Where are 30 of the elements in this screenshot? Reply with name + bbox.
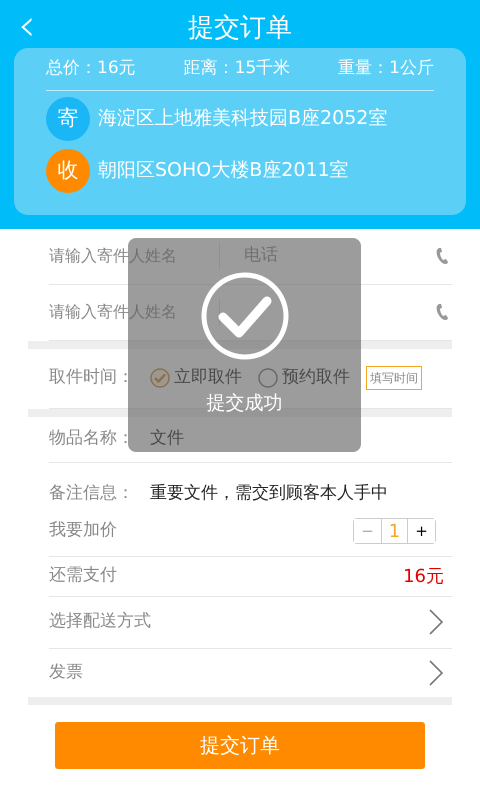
address-badge: 收 bbox=[46, 148, 90, 192]
address-text: 朝阳区SOHO大楼B座2011室 bbox=[98, 158, 349, 184]
radio-label[interactable]: 立即取件 bbox=[174, 365, 242, 391]
chevron-icon bbox=[428, 608, 444, 636]
field-label: 物品名称： bbox=[49, 427, 134, 450]
menu-row[interactable]: 选择配送方式 bbox=[49, 596, 452, 648]
page-title: 提交订单 bbox=[188, 13, 292, 43]
field-label: 还需支付 bbox=[49, 564, 117, 588]
toast-message: 提交成功 bbox=[206, 391, 282, 416]
summary-stat: 距离：15千米 bbox=[184, 57, 290, 80]
radio-button[interactable] bbox=[258, 368, 278, 388]
radio-label[interactable]: 预约取件 bbox=[282, 365, 350, 391]
address-text: 海淀区上地雅美科技园B座2052室 bbox=[98, 106, 388, 132]
address-badge: 寄 bbox=[46, 96, 90, 140]
summary-stat: 重量：1公斤 bbox=[338, 57, 434, 80]
field-label: 取件时间： bbox=[49, 366, 134, 390]
field-label: 我要加价 bbox=[49, 519, 117, 542]
menu-row[interactable]: 发票 bbox=[49, 648, 452, 696]
payment-amount: 16元 bbox=[403, 564, 444, 588]
checked-radio-button[interactable] bbox=[150, 368, 170, 388]
submit-button[interactable]: 提交订单 bbox=[55, 722, 425, 768]
back-button[interactable]: ‹ bbox=[12, 6, 42, 46]
quantity-value: 1 bbox=[381, 519, 408, 543]
remark-value: 重要文件，需交到顾客本人手中 bbox=[150, 482, 388, 505]
time-button[interactable]: 填写时间 bbox=[366, 366, 422, 390]
field-label: 备注信息： bbox=[49, 482, 134, 505]
chevron-icon bbox=[428, 658, 444, 686]
summary-stat: 总价：16元 bbox=[46, 57, 136, 80]
item-value: 文件 bbox=[150, 427, 184, 450]
check-circle-icon bbox=[200, 271, 290, 361]
